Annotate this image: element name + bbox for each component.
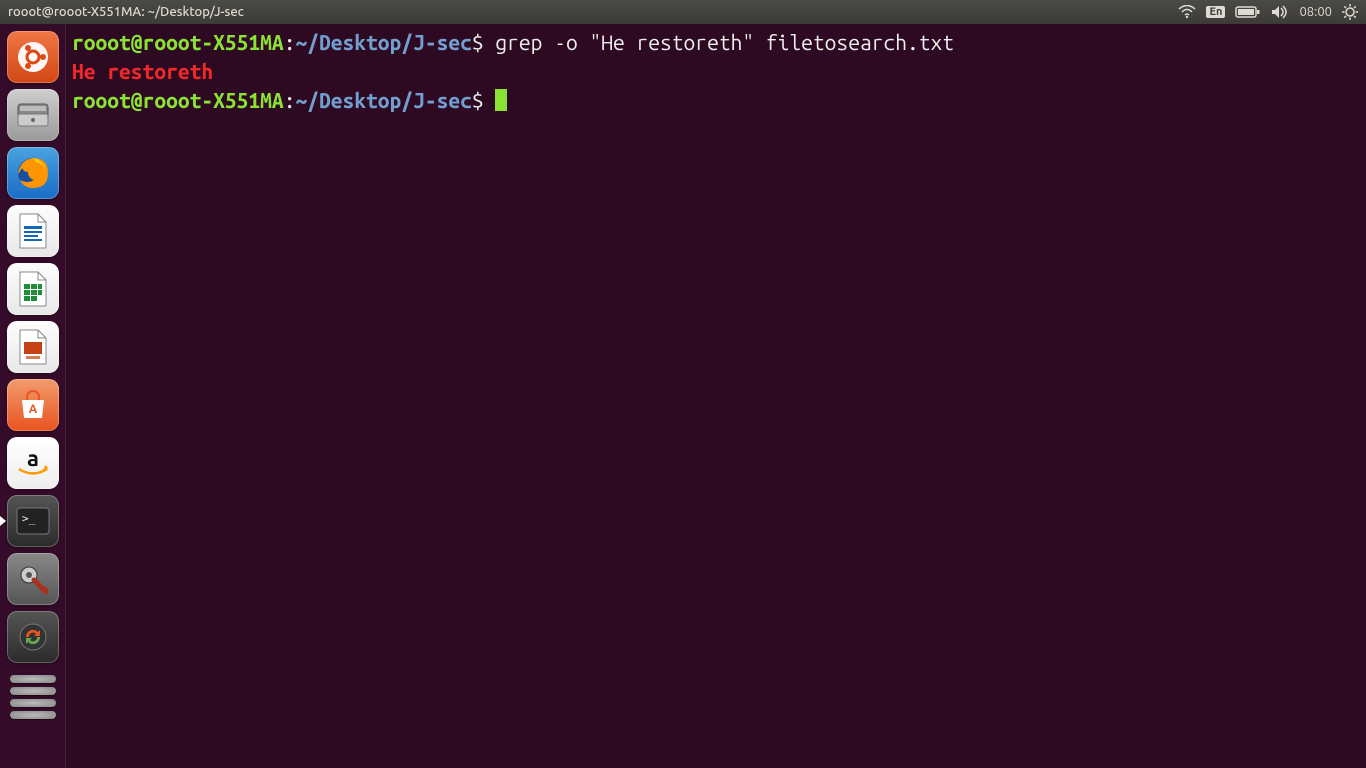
top-menubar: rooot@rooot-X551MA: ~/Desktop/J-sec En 0… [0, 0, 1366, 24]
settings-gear-wrench-icon [16, 562, 50, 596]
wifi-icon[interactable] [1178, 3, 1196, 21]
launcher-amazon[interactable]: a [7, 437, 59, 489]
unity-launcher: A a >_ [0, 24, 66, 768]
terminal-icon: >_ [15, 506, 51, 536]
terminal-output-match: He restoreth [72, 57, 1360, 86]
battery-icon[interactable] [1235, 3, 1261, 21]
launcher-writer[interactable] [7, 205, 59, 257]
svg-text:>_: >_ [22, 512, 36, 525]
keyboard-layout-indicator[interactable]: En [1206, 3, 1225, 21]
active-pip-icon [0, 516, 6, 526]
libreoffice-writer-icon [16, 212, 50, 250]
launcher-software-center[interactable]: A [7, 379, 59, 431]
launcher-files[interactable] [7, 89, 59, 141]
shopping-bag-icon: A [16, 388, 50, 422]
launcher-dash[interactable] [7, 31, 59, 83]
launcher-settings[interactable] [7, 553, 59, 605]
terminal-line: rooot@rooot-X551MA:~/Desktop/J-sec$ grep… [72, 28, 1360, 57]
ubuntu-logo-icon [16, 40, 50, 74]
amazon-icon: a [13, 448, 53, 478]
terminal-line: rooot@rooot-X551MA:~/Desktop/J-sec$ [72, 86, 1360, 115]
launcher-workspace-switcher[interactable] [7, 669, 59, 721]
firefox-icon [14, 154, 52, 192]
window-title: rooot@rooot-X551MA: ~/Desktop/J-sec [8, 5, 244, 19]
terminal-window[interactable]: rooot@rooot-X551MA:~/Desktop/J-sec$ grep… [66, 24, 1366, 768]
launcher-software-updater[interactable] [7, 611, 59, 663]
file-manager-icon [16, 100, 50, 130]
workspace-stack-icon [7, 669, 59, 721]
volume-icon[interactable] [1271, 3, 1289, 21]
launcher-firefox[interactable] [7, 147, 59, 199]
libreoffice-impress-icon [16, 328, 50, 366]
svg-text:A: A [28, 403, 37, 416]
launcher-terminal[interactable]: >_ [7, 495, 59, 547]
libreoffice-calc-icon [16, 270, 50, 308]
launcher-impress[interactable] [7, 321, 59, 373]
clock[interactable]: 08:00 [1299, 3, 1332, 21]
svg-text:a: a [27, 448, 39, 471]
cursor-block [495, 89, 507, 111]
software-updater-icon [16, 620, 50, 654]
session-gear-icon[interactable] [1342, 3, 1358, 21]
launcher-calc[interactable] [7, 263, 59, 315]
